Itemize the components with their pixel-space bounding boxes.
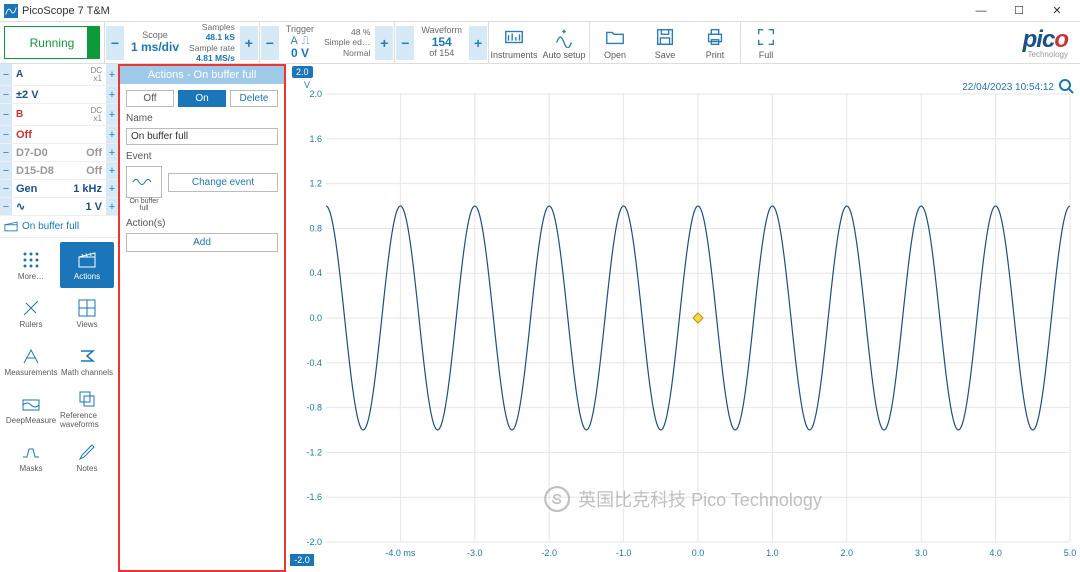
timestamp-label: 22/04/2023 10:54:12 [962,82,1054,93]
svg-text:-1.6: -1.6 [306,492,322,502]
views-tool-button[interactable]: Views [60,290,114,336]
deepmeasure-tool-button[interactable]: DeepMeasure [4,386,58,432]
sidebar: − ADCx1 + −±2 V+ −BDCx1+ −Off+ −D7-D0Off… [0,64,118,572]
search-icon[interactable] [1058,78,1074,94]
ch-a-value[interactable]: ±2 V [12,86,106,103]
close-button[interactable]: ✕ [1038,0,1076,22]
waveform-plus[interactable]: + [469,26,487,60]
svg-text:0.0: 0.0 [692,548,705,558]
trigger-plus[interactable]: + [375,26,393,60]
trigger-value[interactable]: 0 V [291,47,309,60]
chart-area[interactable]: -2.0 -1.6 -1.2 -0.8 -0.4 0.0 0.4 0.8 1.2 1.6 2.0 -4… [286,64,1080,572]
event-icon-button[interactable] [126,166,162,198]
watermark: 英国比克科技 Pico Technology [544,486,822,512]
svg-text:3.0: 3.0 [915,548,928,558]
actions-off-tab[interactable]: Off [126,90,174,107]
masks-tool-button[interactable]: Masks [4,434,58,480]
ch-a-plus[interactable]: + [106,64,118,85]
svg-text:-2.0: -2.0 [294,555,310,565]
print-button[interactable]: Print [690,22,740,63]
channel-a-row[interactable]: − ADCx1 + [0,64,118,86]
clapper-icon [4,221,18,232]
digital-d7d0-row[interactable]: −D7-D0Off+ [0,144,118,162]
svg-text:4.0: 4.0 [989,548,1002,558]
fullscreen-button[interactable]: Full [741,22,791,63]
actions-tool-button[interactable]: Actions [60,242,114,288]
save-button[interactable]: Save [640,22,690,63]
svg-text:0.8: 0.8 [309,223,322,233]
actions-delete-button[interactable]: Delete [230,90,278,107]
generator-row[interactable]: −Gen1 kHz+ [0,180,118,198]
svg-text:-4.0 ms: -4.0 ms [385,548,416,558]
svg-text:-3.0: -3.0 [467,548,483,558]
trigger-group: − Trigger A⎍ 0 V 48 % Simple ed… Normal … [260,22,395,63]
more-tool-button[interactable]: More… [4,242,58,288]
waveform-group: − Waveform 154 of 154 + [395,22,488,63]
ch-b-value[interactable]: Off [12,126,106,143]
actions-panel: Actions - On buffer full Off On Delete N… [118,64,286,572]
trigger-label: Trigger [286,25,314,35]
actions-on-tab[interactable]: On [178,90,226,107]
event-icon-label: On buffer full [126,198,162,212]
toolbar: Running − Scope 1 ms/div Samples 48.1 kS… [0,22,1080,64]
svg-text:1.6: 1.6 [309,134,322,144]
maximize-button[interactable]: ☐ [1000,0,1038,22]
svg-text:-2.0: -2.0 [541,548,557,558]
y-range-badge[interactable]: 2.0 [292,66,313,78]
svg-text:1.2: 1.2 [309,179,322,189]
svg-text:0.4: 0.4 [309,268,322,278]
change-event-button[interactable]: Change event [168,173,278,192]
actions-panel-title: Actions - On buffer full [120,66,284,84]
svg-text:-0.4: -0.4 [306,358,322,368]
actions-label: Action(s) [126,218,278,229]
rulers-tool-button[interactable]: Rulers [4,290,58,336]
svg-text:2.0: 2.0 [841,548,854,558]
svg-text:0.0: 0.0 [309,313,322,323]
y-unit-label: V [304,80,310,90]
reference-waveforms-tool-button[interactable]: Reference waveforms [60,386,114,432]
svg-text:-0.8: -0.8 [306,403,322,413]
scope-minus[interactable]: − [106,26,124,60]
titlebar: PicoScope 7 T&M — ☐ ✕ [0,0,1080,22]
event-label: Event [126,151,278,162]
digital-d15d8-row[interactable]: −D15-D8Off+ [0,162,118,180]
scope-plus[interactable]: + [240,26,258,60]
notes-tool-button[interactable]: Notes [60,434,114,480]
svg-text:-1.0: -1.0 [616,548,632,558]
samples-stats: Samples 48.1 kS Sample rate 4.81 MS/s [185,20,239,65]
autosetup-button[interactable]: Auto setup [539,22,589,63]
sine-icon: ∿ [16,200,25,213]
ch-a-minus[interactable]: − [0,64,12,85]
name-label: Name [126,113,278,124]
logo: picoTechnology [1011,22,1080,63]
math-channels-tool-button[interactable]: Math channels [60,338,114,384]
action-name-input[interactable] [126,128,278,145]
running-button[interactable]: Running [4,26,100,59]
scope-value[interactable]: 1 ms/div [131,41,179,54]
svg-text:5.0: 5.0 [1064,548,1077,558]
trigger-stats: 48 % Simple ed… Normal [320,25,374,60]
trigger-minus[interactable]: − [261,26,279,60]
svg-text:2.0: 2.0 [309,89,322,99]
on-buffer-full-row[interactable]: On buffer full [0,216,118,238]
instruments-button[interactable]: Instruments [489,22,539,63]
channel-b-row[interactable]: −BDCx1+ [0,104,118,126]
waveform-minus[interactable]: − [396,26,414,60]
add-action-button[interactable]: Add [126,233,278,252]
minimize-button[interactable]: — [962,0,1000,22]
scope-group: − Scope 1 ms/div Samples 48.1 kS Sample … [105,22,259,63]
svg-text:1.0: 1.0 [766,548,779,558]
open-button[interactable]: Open [590,22,640,63]
window-title: PicoScope 7 T&M [22,5,110,17]
app-icon [4,4,18,18]
measurements-tool-button[interactable]: Measurements [4,338,58,384]
svg-text:-1.2: -1.2 [306,447,322,457]
svg-text:-2.0: -2.0 [306,537,322,547]
